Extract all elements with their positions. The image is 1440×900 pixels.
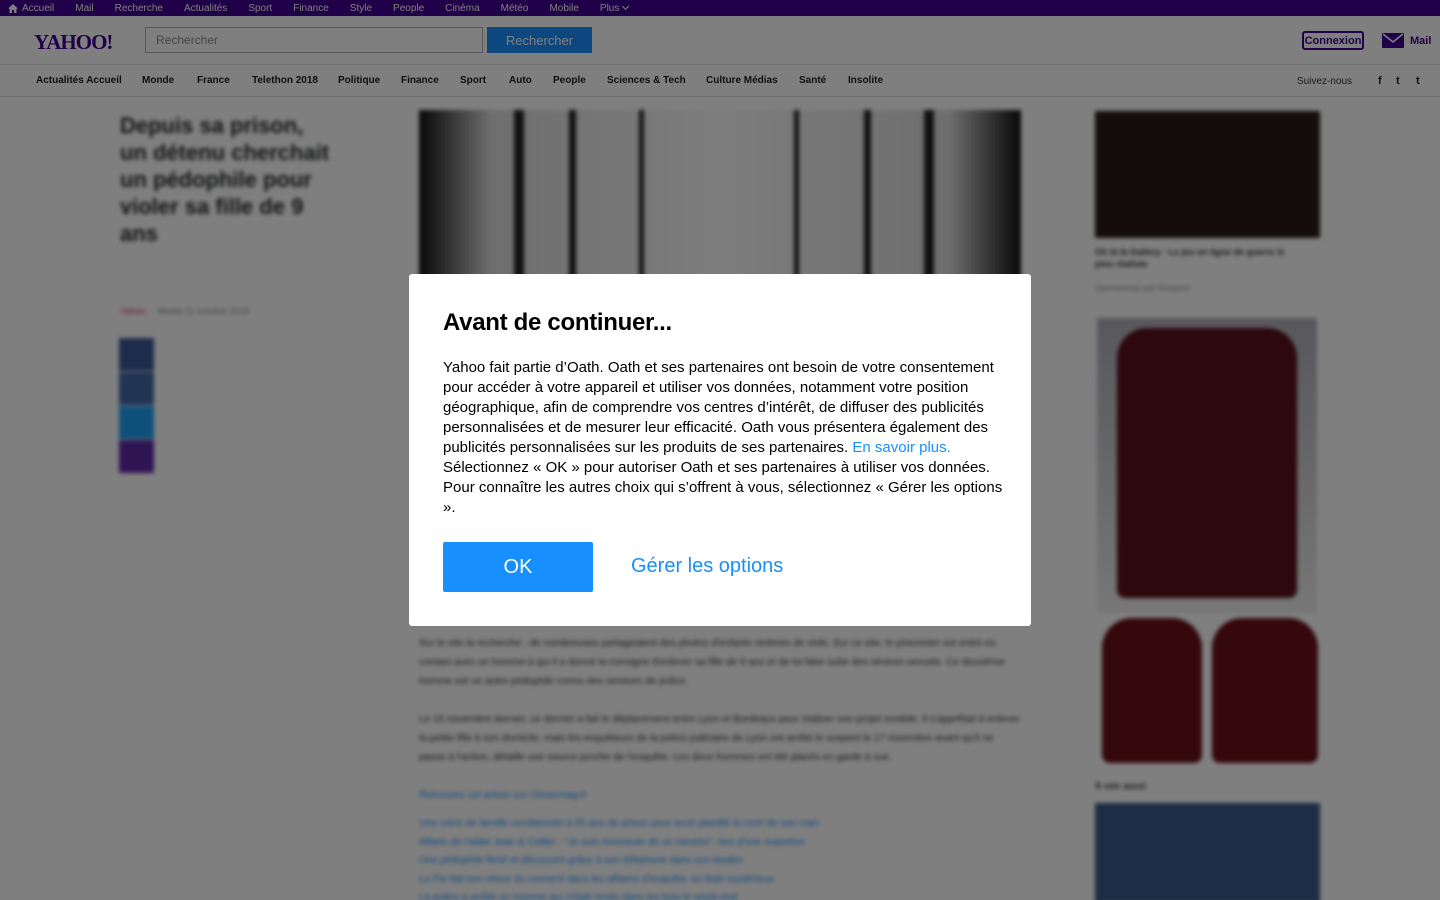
dialog-text-part2: Sélectionnez « OK » pour autoriser Oath … <box>443 459 1003 516</box>
manage-options-button[interactable]: Gérer les options <box>631 555 783 578</box>
dialog-title: Avant de continuer... <box>443 309 672 336</box>
consent-dialog: Avant de continuer... Yahoo fait partie … <box>409 274 1031 626</box>
dialog-text: Yahoo fait partie d’Oath. Oath et ses pa… <box>443 358 1003 518</box>
ok-button[interactable]: OK <box>443 542 593 592</box>
learn-more-link[interactable]: En savoir plus. <box>852 439 950 456</box>
